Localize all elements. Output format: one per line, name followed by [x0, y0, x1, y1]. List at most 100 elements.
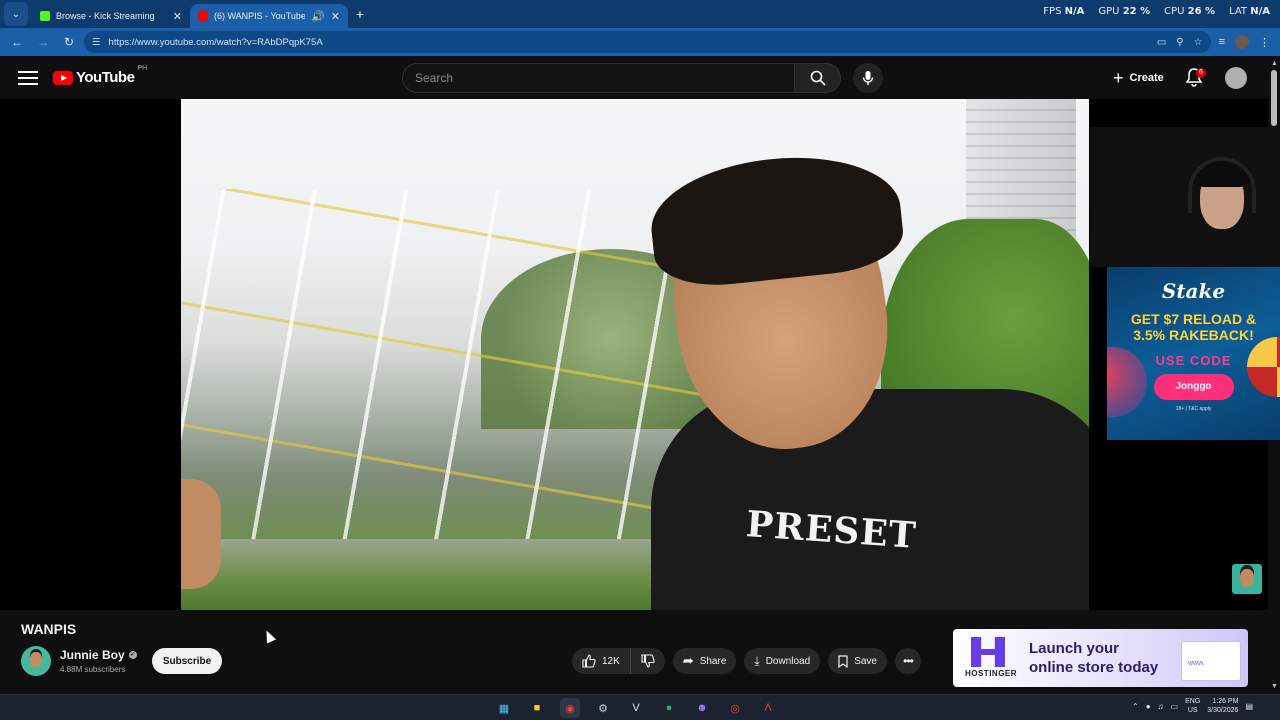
gpu-readout: GPU 22 %: [1098, 6, 1151, 17]
create-button[interactable]: + Create: [1103, 63, 1174, 93]
watch-metadata: WANPIS Junnie Boy ✓ 4.88M subscribers Su…: [0, 610, 1268, 694]
share-arrow-icon: ➦: [682, 653, 694, 668]
tab-title: (6) WANPIS - YouTube: [214, 11, 306, 21]
hostinger-logo-icon: [971, 637, 1005, 667]
subscriber-count: 4.88M subscribers: [60, 665, 126, 674]
search-bar: Search: [402, 63, 883, 93]
kick-favicon-icon: [40, 11, 50, 21]
browser-tab-youtube[interactable]: (6) WANPIS - YouTube 🔊 ✕: [190, 4, 348, 28]
video-hand: [181, 479, 221, 589]
site-info-icon[interactable]: ☰: [92, 37, 101, 48]
notification-center-icon[interactable]: ▤: [1245, 702, 1253, 711]
video-person-shirt: [651, 389, 1089, 610]
search-button[interactable]: [795, 63, 841, 93]
account-avatar[interactable]: [1225, 67, 1247, 89]
scroll-down-icon[interactable]: ▼: [1271, 683, 1278, 690]
youtube-logo[interactable]: YouTube PH: [53, 65, 147, 86]
streamer-webcam: [1090, 127, 1280, 267]
chrome-icon[interactable]: ◉: [560, 698, 580, 718]
save-button[interactable]: Save: [828, 648, 887, 674]
browser-toolbar: ← → ↻ ☰ https://www.youtube.com/watch?v=…: [0, 28, 1280, 56]
scrollbar-thumb[interactable]: [1271, 70, 1277, 126]
cast-icon[interactable]: ▭: [1157, 37, 1166, 48]
video-title: WANPIS: [21, 621, 77, 637]
tab-search-button[interactable]: ⌄: [4, 2, 28, 26]
chrome-alt-icon[interactable]: ◎: [725, 698, 745, 718]
download-icon: ⤓: [754, 653, 760, 668]
v-app-icon[interactable]: V: [626, 698, 646, 718]
ad-headline: Launch your online store today: [1029, 640, 1159, 676]
stake-code-badge: Jonggo: [1153, 374, 1234, 400]
search-icon: [810, 70, 826, 86]
browser-tab-kick[interactable]: Browse - Kick Streaming ✕: [32, 4, 190, 28]
bookmark-star-icon[interactable]: ☆: [1194, 37, 1203, 48]
plus-icon: +: [1113, 68, 1124, 88]
microphone-icon: [862, 71, 874, 85]
like-dislike-group: 12K: [572, 648, 665, 674]
back-arrow-icon[interactable]: ←: [6, 31, 28, 53]
channel-name[interactable]: Junnie Boy ✓: [60, 648, 137, 662]
tab-title: Browse - Kick Streaming: [56, 11, 155, 21]
hostinger-brand: HOSTINGER: [964, 669, 1018, 678]
clock[interactable]: 1:26 PM 3/30/2026: [1207, 697, 1238, 715]
stake-logo: Stake: [1161, 279, 1226, 303]
performance-overlay: FPS N/A GPU 22 % CPU 26 % LAT N/A: [1043, 6, 1270, 17]
reload-icon[interactable]: ↻: [58, 31, 80, 53]
stake-headline: GET $7 RELOAD & 3.5% RAKEBACK!: [1130, 311, 1257, 343]
channel-watermark[interactable]: [1232, 564, 1262, 594]
input-language[interactable]: ENG US: [1185, 697, 1200, 715]
thumbs-up-icon: [582, 654, 596, 668]
more-actions-icon[interactable]: •••: [894, 648, 921, 674]
forward-arrow-icon[interactable]: →: [32, 31, 54, 53]
share-button[interactable]: ➦ Share: [672, 648, 737, 674]
subscribe-button[interactable]: Subscribe: [152, 648, 222, 674]
new-tab-button[interactable]: +: [348, 6, 372, 22]
scroll-up-icon[interactable]: ▲: [1271, 60, 1278, 67]
cpu-readout: CPU 26 %: [1164, 6, 1216, 17]
start-button-icon[interactable]: ▦: [494, 698, 514, 718]
monitor-icon[interactable]: ▭: [1171, 702, 1179, 711]
zoom-icon[interactable]: ⚲: [1176, 37, 1183, 48]
chevron-up-icon[interactable]: ⌃: [1132, 702, 1139, 711]
profile-avatar[interactable]: [1235, 35, 1249, 49]
youtube-play-icon: [53, 70, 73, 85]
video-actions: 12K ➦ Share ⤓ Download Save •••: [572, 648, 921, 674]
verified-check-icon: ✓: [128, 651, 137, 659]
region-code: PH: [137, 65, 148, 72]
url-text: https://www.youtube.com/watch?v=RAbDPqpK…: [108, 36, 323, 48]
microphone-tray-icon[interactable]: ●: [1146, 702, 1151, 711]
notification-count-badge: 6: [1196, 68, 1206, 78]
voice-search-button[interactable]: [853, 63, 883, 93]
fps-readout: FPS N/A: [1043, 6, 1085, 17]
channel-avatar[interactable]: [21, 646, 51, 676]
speaker-icon[interactable]: 🔊: [311, 10, 325, 23]
discord-icon[interactable]: ☻: [692, 698, 712, 718]
thumbs-down-icon: [641, 654, 655, 668]
youtube-favicon-icon: [198, 11, 208, 21]
reading-list-icon[interactable]: ≡: [1219, 36, 1225, 48]
bookmark-icon: [838, 654, 848, 668]
browser-menu-icon[interactable]: ⋮: [1259, 36, 1270, 49]
search-input[interactable]: Search: [402, 63, 795, 93]
file-explorer-icon[interactable]: ■: [527, 698, 547, 718]
video-player[interactable]: PRESET: [181, 99, 1089, 610]
download-button[interactable]: ⤓ Download: [744, 648, 821, 674]
like-count: 12K: [602, 655, 620, 667]
volume-icon[interactable]: ♫: [1158, 702, 1164, 711]
spotify-icon[interactable]: ●: [659, 698, 679, 718]
adobe-icon[interactable]: Λ: [758, 698, 778, 718]
like-button[interactable]: 12K: [572, 648, 631, 674]
close-tab-icon[interactable]: ✕: [173, 10, 182, 23]
browser-window-graphic: www.: [1181, 641, 1241, 681]
system-tray: ⌃ ● ♫ ▭ ENG US 1:26 PM 3/30/2026 ▤: [1132, 697, 1253, 715]
lat-readout: LAT N/A: [1229, 6, 1270, 17]
menu-icon[interactable]: [18, 70, 38, 85]
address-bar[interactable]: ☰ https://www.youtube.com/watch?v=RAbDPq…: [84, 31, 1211, 53]
windows-taskbar: ▦ ■ ◉ ⚙ V ● ☻ ◎ Λ ⌃ ● ♫ ▭ ENG US 1:26 PM…: [0, 694, 1280, 720]
hostinger-ad[interactable]: HOSTINGER Launch your online store today…: [953, 629, 1248, 687]
steam-icon[interactable]: ⚙: [593, 698, 613, 718]
dislike-button[interactable]: [631, 648, 665, 674]
stake-sponsor-banner: Stake GET $7 RELOAD & 3.5% RAKEBACK! USE…: [1107, 267, 1280, 440]
youtube-masthead: YouTube PH Search + Create: [0, 56, 1268, 99]
close-tab-icon[interactable]: ✕: [331, 10, 340, 23]
